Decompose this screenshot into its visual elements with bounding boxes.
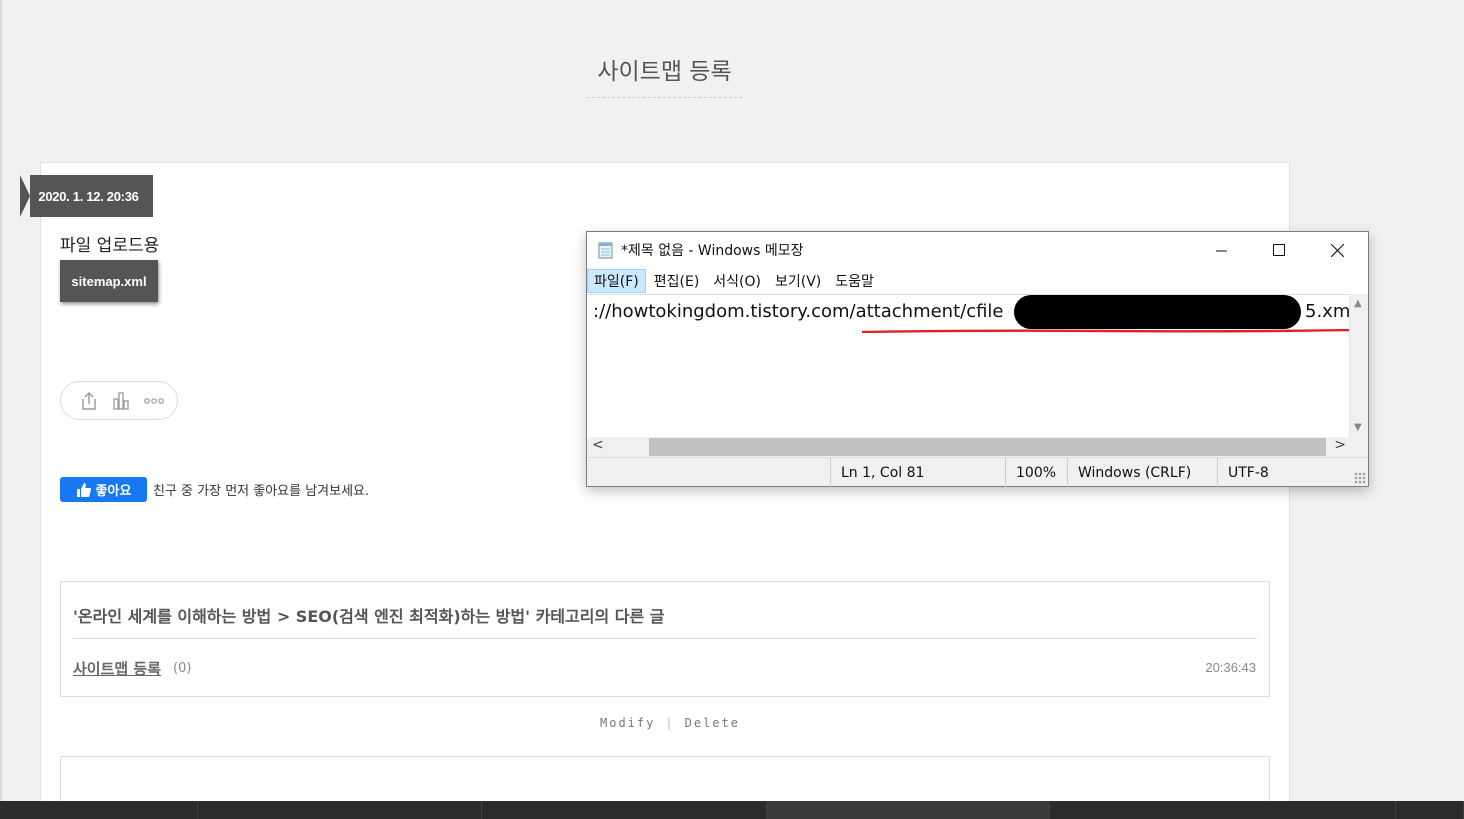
taskbar-slot-active[interactable] xyxy=(767,801,1050,819)
taskbar-slot[interactable] xyxy=(198,801,482,819)
taskbar-slot[interactable] xyxy=(1396,801,1464,819)
close-icon xyxy=(1330,243,1344,257)
notepad-content: ://howtokingdom.tistory.com/attachment/c… xyxy=(593,301,1004,322)
related-post-comment-count: (0) xyxy=(173,661,192,676)
delete-link[interactable]: Delete xyxy=(685,716,740,730)
page-edge xyxy=(0,0,2,819)
status-line-ending: Windows (CRLF) xyxy=(1067,458,1217,487)
notepad-app-icon xyxy=(598,242,613,259)
status-zoom: 100% xyxy=(1005,458,1067,487)
maximize-button[interactable] xyxy=(1250,232,1308,268)
scrollbar-corner xyxy=(1349,437,1368,457)
menu-view[interactable]: 보기(V) xyxy=(769,269,827,293)
scroll-down-icon[interactable]: ▼ xyxy=(1354,422,1362,433)
content-url-suffix: 5.xml xyxy=(1305,301,1349,322)
maximize-icon xyxy=(1273,244,1285,256)
notepad-title: *제목 없음 - Windows 메모장 xyxy=(621,243,804,259)
status-encoding: UTF-8 xyxy=(1217,458,1347,487)
share-icon[interactable] xyxy=(80,391,98,411)
menu-help[interactable]: 도움말 xyxy=(829,269,880,293)
scroll-up-icon[interactable]: ▲ xyxy=(1354,298,1362,309)
post-date-ribbon: 2020. 1. 12. 20:36 xyxy=(20,175,153,217)
menu-file[interactable]: 파일(F) xyxy=(587,269,646,293)
facebook-prompt: 친구 중 가장 먼저 좋아요를 남겨보세요. xyxy=(153,484,370,499)
facebook-like-label: 좋아요 xyxy=(95,484,132,499)
taskbar xyxy=(0,801,1464,819)
facebook-like-row: 좋아요 친구 중 가장 먼저 좋아요를 남겨보세요. xyxy=(60,477,369,502)
horizontal-scroll-thumb[interactable] xyxy=(649,438,1326,456)
notepad-window: *제목 없음 - Windows 메모장 파일(F) 편집(E) 서식(O) 보… xyxy=(586,231,1369,487)
admin-actions: Modify | Delete xyxy=(600,716,740,730)
related-post-time: 20:36:43 xyxy=(1205,660,1256,675)
related-posts-title: '온라인 세계를 이해하는 방법 > SEO(검색 엔진 최적화)하는 방법' … xyxy=(73,607,665,626)
admin-separator: | xyxy=(665,716,675,730)
red-underline-annotation xyxy=(862,329,1349,333)
scroll-right-icon[interactable]: > xyxy=(1334,437,1346,453)
notepad-titlebar[interactable]: *제목 없음 - Windows 메모장 xyxy=(587,232,1368,268)
content-url-prefix: ://howtokingdom.tistory.com/attachment/c… xyxy=(593,301,1004,322)
notepad-menubar: 파일(F) 편집(E) 서식(O) 보기(V) 도움말 xyxy=(587,268,1368,294)
menu-edit[interactable]: 편집(E) xyxy=(648,269,706,293)
post-body-text: 파일 업로드용 xyxy=(60,236,160,256)
taskbar-slot[interactable] xyxy=(0,801,198,819)
page-title: 사이트맵 등록 xyxy=(597,59,732,85)
horizontal-scrollbar[interactable]: < > xyxy=(587,437,1349,457)
notepad-text-area[interactable]: ://howtokingdom.tistory.com/attachment/c… xyxy=(587,294,1349,437)
menu-format[interactable]: 서식(O) xyxy=(707,269,767,293)
facebook-like-button[interactable]: 좋아요 xyxy=(60,477,147,502)
title-divider xyxy=(587,97,742,98)
close-button[interactable] xyxy=(1308,232,1366,268)
related-divider xyxy=(73,638,1257,639)
share-toolbar xyxy=(60,381,178,420)
thumbs-up-icon xyxy=(76,482,91,497)
notepad-statusbar: Ln 1, Col 81 100% Windows (CRLF) UTF-8 xyxy=(587,457,1368,487)
stats-icon[interactable] xyxy=(112,391,130,411)
taskbar-slot[interactable] xyxy=(1050,801,1396,819)
related-post-link[interactable]: 사이트맵 등록 xyxy=(73,658,161,679)
more-options-icon[interactable] xyxy=(144,397,164,405)
related-posts-box: '온라인 세계를 이해하는 방법 > SEO(검색 엔진 최적화)하는 방법' … xyxy=(60,581,1270,697)
scroll-left-icon[interactable]: < xyxy=(592,437,604,453)
vertical-scrollbar[interactable]: ▲ ▼ xyxy=(1349,294,1368,437)
minimize-icon xyxy=(1215,250,1227,251)
status-position: Ln 1, Col 81 xyxy=(830,458,1005,487)
taskbar-slot[interactable] xyxy=(482,801,767,819)
minimize-button[interactable] xyxy=(1192,232,1250,268)
redaction-mark xyxy=(1014,295,1301,329)
resize-grip-icon[interactable] xyxy=(1354,472,1366,484)
attachment-file-button[interactable]: sitemap.xml xyxy=(60,260,158,302)
ribbon-notch xyxy=(20,175,30,217)
modify-link[interactable]: Modify xyxy=(600,716,655,730)
